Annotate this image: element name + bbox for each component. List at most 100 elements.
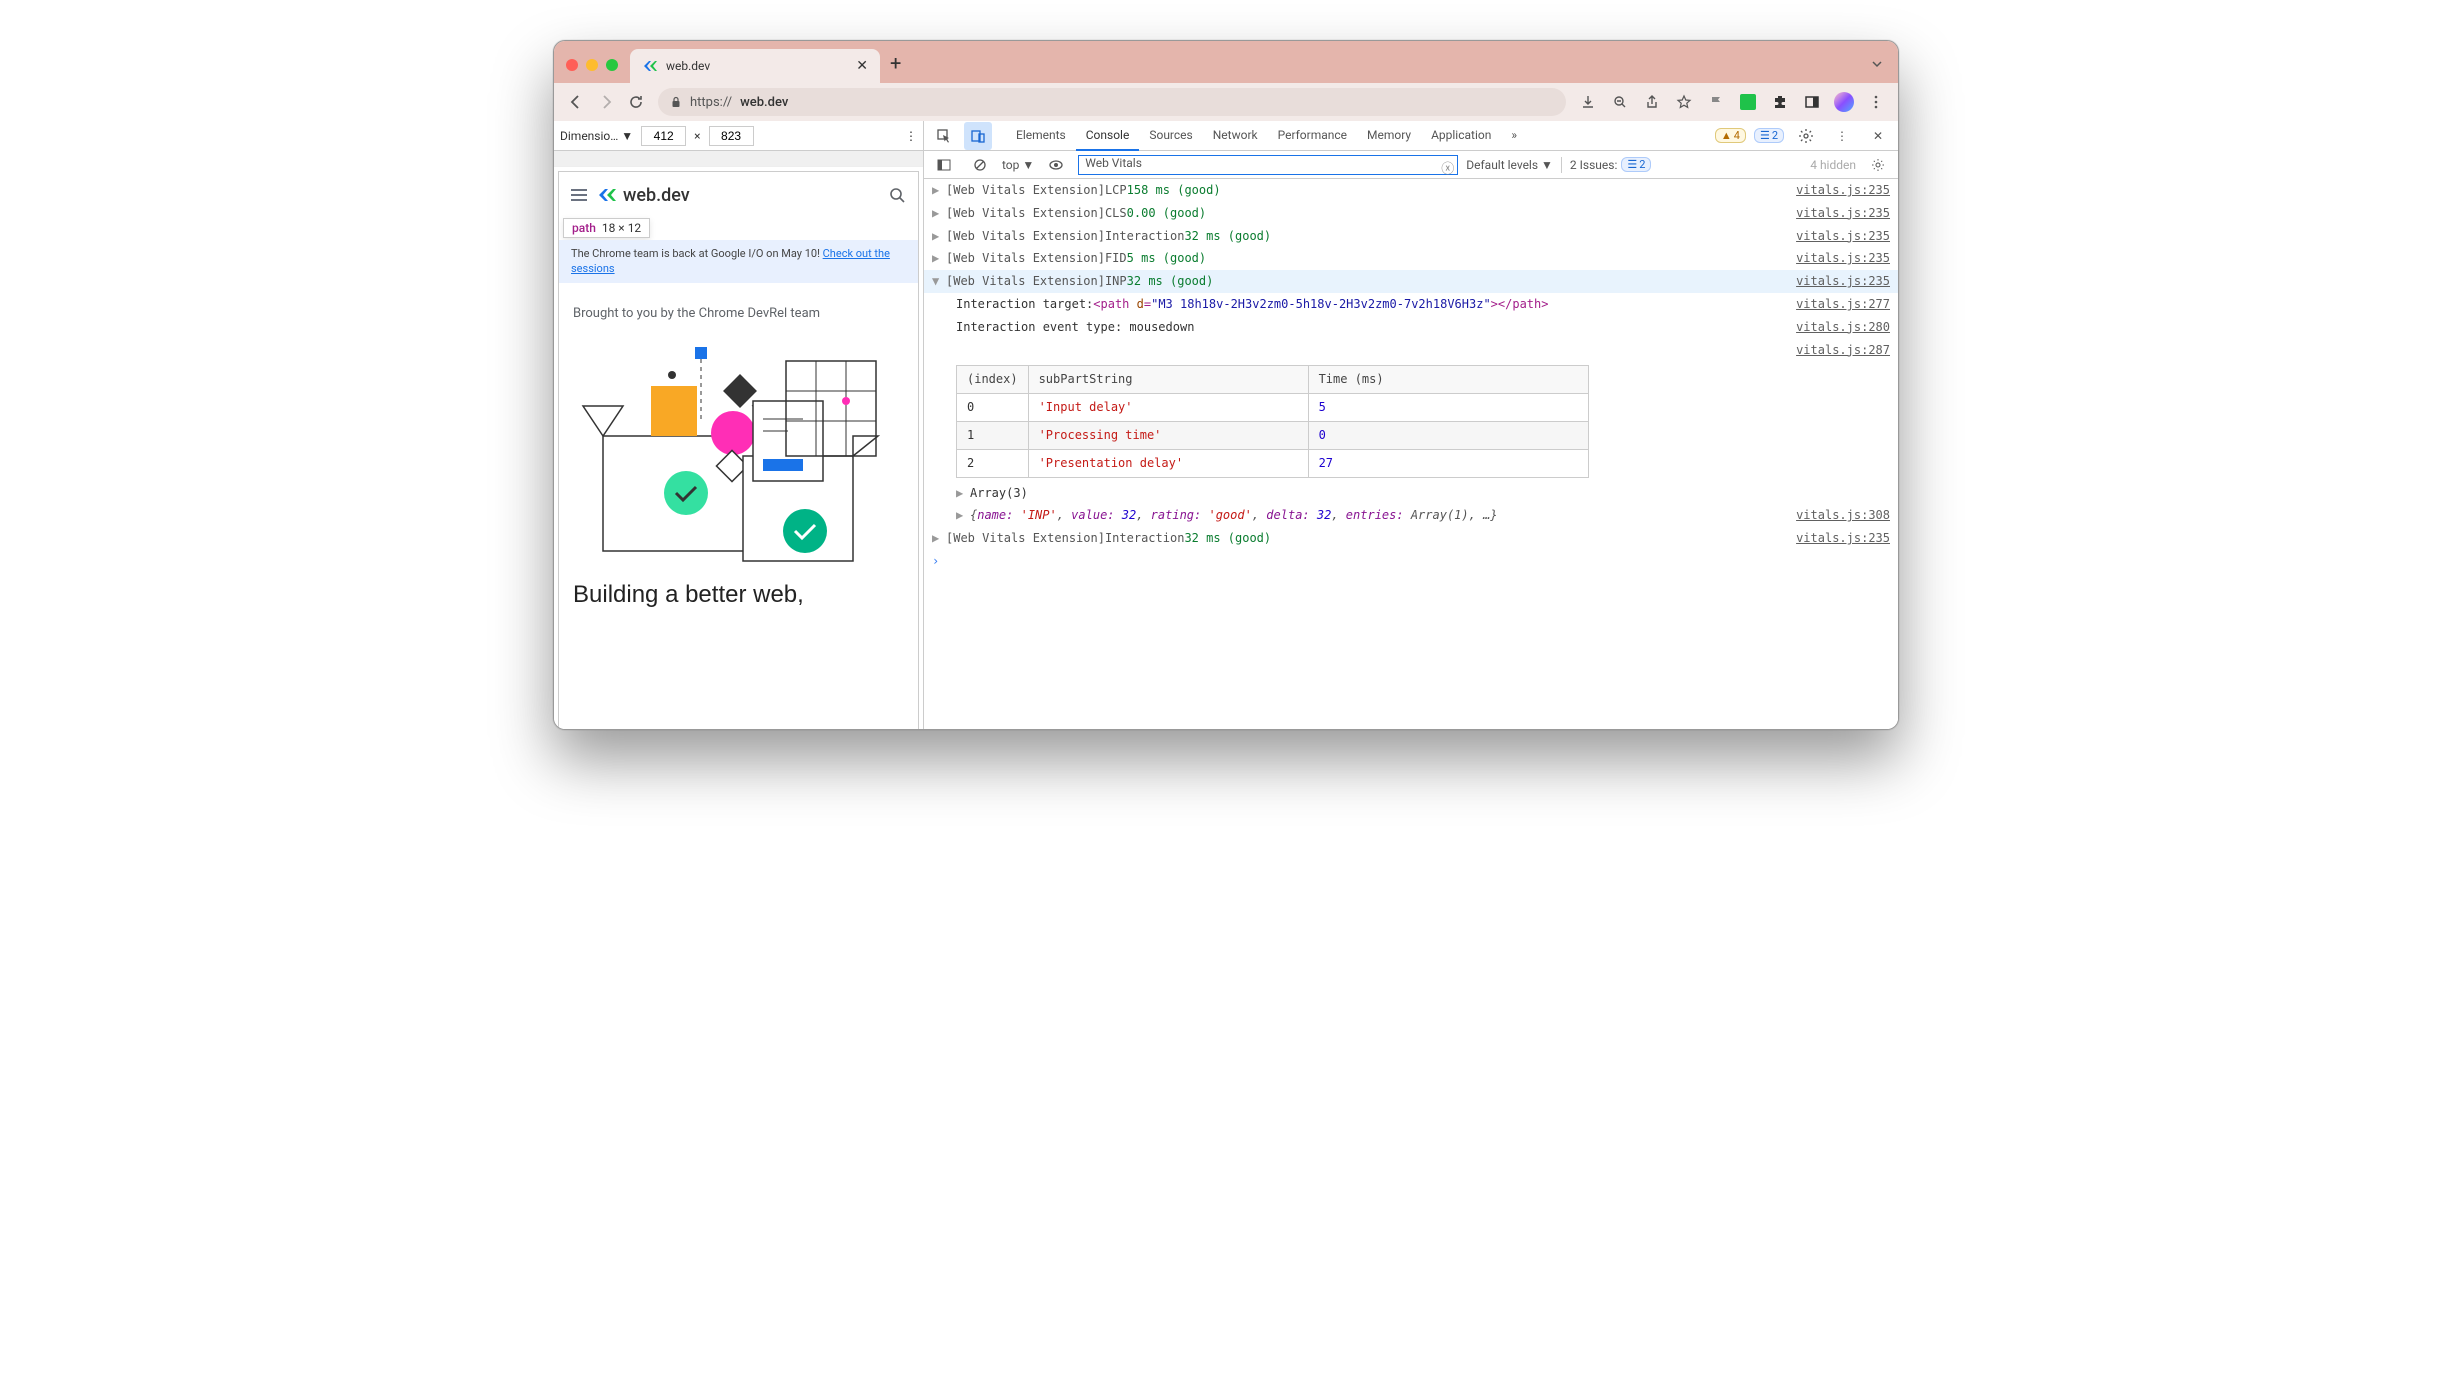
devtools-close-icon[interactable]: ✕ <box>1864 122 1892 150</box>
tab-close-icon[interactable]: ✕ <box>856 58 868 74</box>
width-input[interactable] <box>641 126 686 146</box>
traffic-lights <box>566 59 618 71</box>
site-banner: The Chrome team is back at Google I/O on… <box>559 240 918 283</box>
table-header: (index) <box>957 366 1029 394</box>
site-preview: web.dev path 18 × 12 The Chrome team is … <box>558 171 919 730</box>
tab-performance[interactable]: Performance <box>1268 121 1357 151</box>
site-blurb: Brought to you by the Chrome DevRel team <box>573 306 904 321</box>
issues-link[interactable]: 2 Issues: ☰2 <box>1570 157 1652 172</box>
url-prefix: https:// <box>690 95 732 110</box>
tab-elements[interactable]: Elements <box>1006 121 1076 151</box>
device-menu-icon[interactable]: ⋮ <box>905 129 917 143</box>
address-bar[interactable]: https:// web.dev <box>658 88 1566 116</box>
toolbar-actions <box>1574 88 1890 116</box>
source-link[interactable]: vitals.js:235 <box>1796 225 1890 248</box>
filter-value: Web Vitals <box>1085 156 1142 170</box>
tooltip-element: path <box>572 221 596 235</box>
expand-icon[interactable]: ▶ <box>932 247 942 270</box>
expand-icon[interactable]: ▶ <box>932 202 942 225</box>
tab-title: web.dev <box>666 59 710 73</box>
levels-dropdown[interactable]: Default levels ▼ <box>1466 158 1553 172</box>
clear-console-icon[interactable] <box>966 151 994 179</box>
table-source-row: vitals.js:287 <box>924 339 1898 362</box>
zoom-icon[interactable] <box>1606 88 1634 116</box>
kebab-menu-icon[interactable] <box>1862 88 1890 116</box>
log-row[interactable]: ▶[Web Vitals Extension] CLS 0.00 (good)v… <box>924 202 1898 225</box>
source-link[interactable]: vitals.js:235 <box>1796 247 1890 270</box>
forward-button[interactable] <box>592 88 620 116</box>
log-row[interactable]: ▶[Web Vitals Extension] FID 5 ms (good)v… <box>924 247 1898 270</box>
warnings-badge[interactable]: ▲4 <box>1715 128 1746 143</box>
log-row-inp[interactable]: ▼[Web Vitals Extension] INP 32 ms (good)… <box>924 270 1898 293</box>
console-settings-icon[interactable] <box>1864 151 1892 179</box>
inspect-tool-icon[interactable] <box>930 122 958 150</box>
table-header: Time (ms) <box>1308 366 1588 394</box>
clear-filter-icon[interactable]: ⓧ <box>1441 158 1454 177</box>
console-prompt[interactable]: › <box>924 550 1898 573</box>
object-summary[interactable]: ▶{name: 'INP', value: 32, rating: 'good'… <box>924 504 1898 527</box>
tab-application[interactable]: Application <box>1421 121 1501 151</box>
devtools-tabs: Elements Console Sources Network Perform… <box>924 121 1898 151</box>
expand-icon[interactable]: ▶ <box>932 225 942 248</box>
close-window-dot[interactable] <box>566 59 578 71</box>
share-icon[interactable] <box>1638 88 1666 116</box>
url-host: web.dev <box>740 95 788 110</box>
site-logo[interactable]: web.dev <box>597 185 690 206</box>
source-link[interactable]: vitals.js:235 <box>1796 527 1890 550</box>
element-tooltip: path 18 × 12 <box>563 218 650 238</box>
interaction-event-type: Interaction event type: mousedownvitals.… <box>924 316 1898 339</box>
tab-strip: web.dev ✕ + <box>554 41 1898 83</box>
source-link[interactable]: vitals.js:235 <box>1796 270 1890 293</box>
tab-console[interactable]: Console <box>1076 121 1140 151</box>
site-search-icon[interactable] <box>888 186 906 204</box>
browser-tab[interactable]: web.dev ✕ <box>630 49 880 83</box>
expand-icon[interactable]: ▶ <box>932 179 942 202</box>
tab-overflow-icon[interactable] <box>1870 57 1884 71</box>
source-link[interactable]: vitals.js:277 <box>1796 293 1890 316</box>
log-row[interactable]: ▶[Web Vitals Extension] Interaction 32 m… <box>924 527 1898 550</box>
source-link[interactable]: vitals.js:287 <box>1796 339 1890 362</box>
tab-network[interactable]: Network <box>1203 121 1268 151</box>
profile-avatar[interactable] <box>1830 88 1858 116</box>
sidepanel-icon[interactable] <box>1798 88 1826 116</box>
tabs-overflow-icon[interactable]: » <box>1501 121 1527 151</box>
device-toggle-icon[interactable] <box>964 122 992 150</box>
tab-memory[interactable]: Memory <box>1357 121 1421 151</box>
fullscreen-window-dot[interactable] <box>606 59 618 71</box>
log-row[interactable]: ▶[Web Vitals Extension] Interaction 32 m… <box>924 225 1898 248</box>
expand-icon[interactable]: ▶ <box>956 482 966 505</box>
settings-icon[interactable] <box>1792 122 1820 150</box>
reload-button[interactable] <box>622 88 650 116</box>
dimensions-dropdown[interactable]: Dimensio… ▼ <box>560 129 633 143</box>
console-toolbar: top ▼ Web Vitals ⓧ Default levels ▼ 2 Is… <box>924 151 1898 179</box>
log-row[interactable]: ▶[Web Vitals Extension] LCP 158 ms (good… <box>924 179 1898 202</box>
tab-sources[interactable]: Sources <box>1139 121 1202 151</box>
source-link[interactable]: vitals.js:308 <box>1796 504 1890 527</box>
collapse-icon[interactable]: ▼ <box>932 270 942 293</box>
bookmark-icon[interactable] <box>1670 88 1698 116</box>
source-link[interactable]: vitals.js:235 <box>1796 179 1890 202</box>
source-link[interactable]: vitals.js:280 <box>1796 316 1890 339</box>
height-input[interactable] <box>709 126 754 146</box>
downloads-icon[interactable] <box>1574 88 1602 116</box>
hamburger-icon[interactable] <box>571 189 587 201</box>
extensions-icon[interactable] <box>1766 88 1794 116</box>
expand-icon[interactable]: ▶ <box>932 527 942 550</box>
devtools-menu-icon[interactable]: ⋮ <box>1828 122 1856 150</box>
array-caption[interactable]: ▶Array(3) <box>924 482 1898 505</box>
banner-text: The Chrome team is back at Google I/O on… <box>571 247 823 260</box>
device-preview-pane: Dimensio… ▼ × ⋮ web.dev path 18 × 12 <box>554 121 924 730</box>
console-sidebar-toggle-icon[interactable] <box>930 151 958 179</box>
back-button[interactable] <box>562 88 590 116</box>
info-badge[interactable]: ☰2 <box>1754 128 1784 143</box>
new-tab-button[interactable]: + <box>890 51 901 75</box>
console-filter-input[interactable]: Web Vitals ⓧ <box>1078 155 1458 175</box>
live-expression-icon[interactable] <box>1042 151 1070 179</box>
context-dropdown[interactable]: top ▼ <box>1002 158 1034 172</box>
expand-icon[interactable]: ▶ <box>956 504 966 527</box>
source-link[interactable]: vitals.js:235 <box>1796 202 1890 225</box>
flag-icon[interactable] <box>1702 88 1730 116</box>
minimize-window-dot[interactable] <box>586 59 598 71</box>
extension-square-icon[interactable] <box>1734 88 1762 116</box>
table-row: 1'Processing time'0 <box>957 421 1589 449</box>
